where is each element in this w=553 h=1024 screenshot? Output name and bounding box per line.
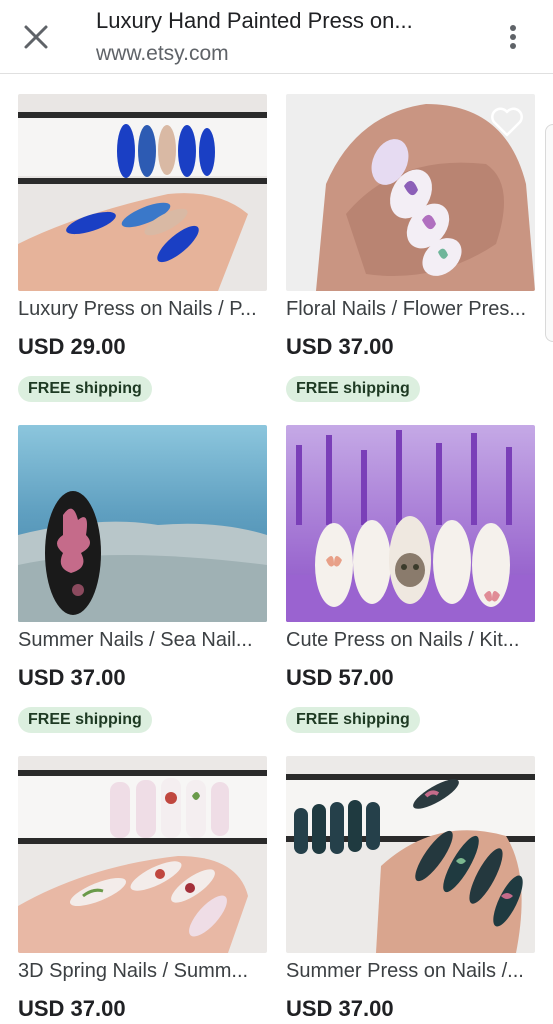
browser-top-bar: Luxury Hand Painted Press on... www.etsy… bbox=[0, 0, 553, 74]
free-shipping-badge: FREE shipping bbox=[18, 376, 152, 402]
product-title[interactable]: Cute Press on Nails / Kit... bbox=[286, 629, 535, 652]
product-image[interactable] bbox=[286, 94, 535, 291]
product-image[interactable] bbox=[286, 756, 535, 953]
product-title[interactable]: Summer Press on Nails /... bbox=[286, 960, 535, 983]
favorite-heart-icon[interactable] bbox=[489, 106, 525, 138]
product-price: USD 37.00 bbox=[286, 996, 394, 1021]
product-price: USD 37.00 bbox=[18, 996, 126, 1021]
free-shipping-badge: FREE shipping bbox=[286, 376, 420, 402]
more-vert-icon[interactable] bbox=[498, 19, 528, 55]
product-price: USD 37.00 bbox=[286, 334, 394, 359]
product-image[interactable] bbox=[286, 425, 535, 622]
product-image[interactable] bbox=[18, 756, 267, 953]
product-title[interactable]: Summer Nails / Sea Nail... bbox=[18, 629, 267, 652]
close-icon[interactable] bbox=[18, 19, 54, 55]
scroll-indicator[interactable] bbox=[545, 124, 553, 342]
product-price: USD 37.00 bbox=[18, 665, 126, 690]
product-price: USD 57.00 bbox=[286, 665, 394, 690]
product-title[interactable]: Luxury Press on Nails / P... bbox=[18, 298, 267, 321]
product-image[interactable] bbox=[18, 94, 267, 291]
product-image[interactable] bbox=[18, 425, 267, 622]
page-url[interactable]: www.etsy.com bbox=[96, 42, 229, 66]
free-shipping-badge: FREE shipping bbox=[18, 707, 152, 733]
page-title: Luxury Hand Painted Press on... bbox=[96, 8, 413, 33]
product-title[interactable]: Floral Nails / Flower Pres... bbox=[286, 298, 535, 321]
product-price: USD 29.00 bbox=[18, 334, 126, 359]
free-shipping-badge: FREE shipping bbox=[286, 707, 420, 733]
product-title[interactable]: 3D Spring Nails / Summ... bbox=[18, 960, 267, 983]
